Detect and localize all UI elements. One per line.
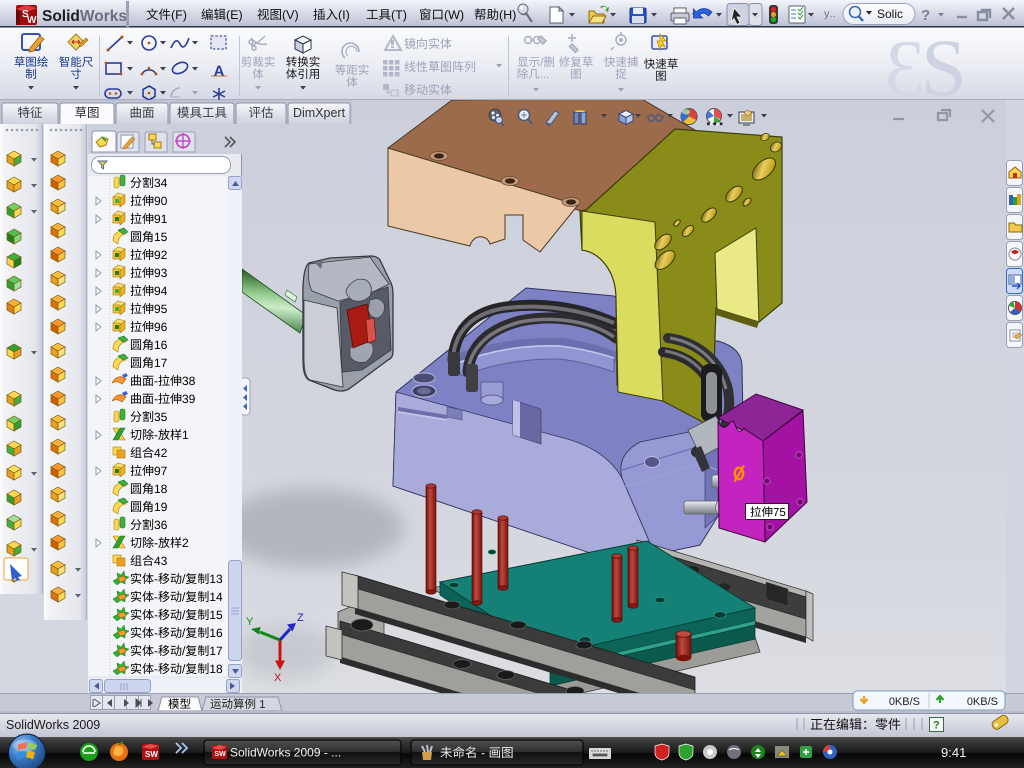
svg-text:X: X — [274, 672, 282, 684]
svg-text:DimXpert: DimXpert — [293, 106, 346, 120]
svg-text:S: S — [921, 22, 967, 113]
svg-text:0KB/S: 0KB/S — [889, 696, 920, 708]
svg-text:9:41: 9:41 — [941, 745, 966, 760]
svg-text:SolidWorks 2009 - ...: SolidWorks 2009 - ... — [230, 746, 341, 760]
svg-text:3: 3 — [885, 25, 925, 113]
svg-text:Y: Y — [246, 616, 254, 628]
svg-text:Solic: Solic — [877, 7, 903, 21]
svg-text:?: ? — [933, 720, 940, 732]
svg-text:Z: Z — [297, 612, 304, 624]
svg-text:SW: SW — [145, 750, 158, 759]
svg-text:0KB/S: 0KB/S — [967, 696, 998, 708]
svg-text:SolidWorks 2009: SolidWorks 2009 — [6, 718, 100, 732]
svg-text:SolidWorks: SolidWorks — [42, 8, 127, 25]
svg-text:SW: SW — [215, 751, 227, 758]
